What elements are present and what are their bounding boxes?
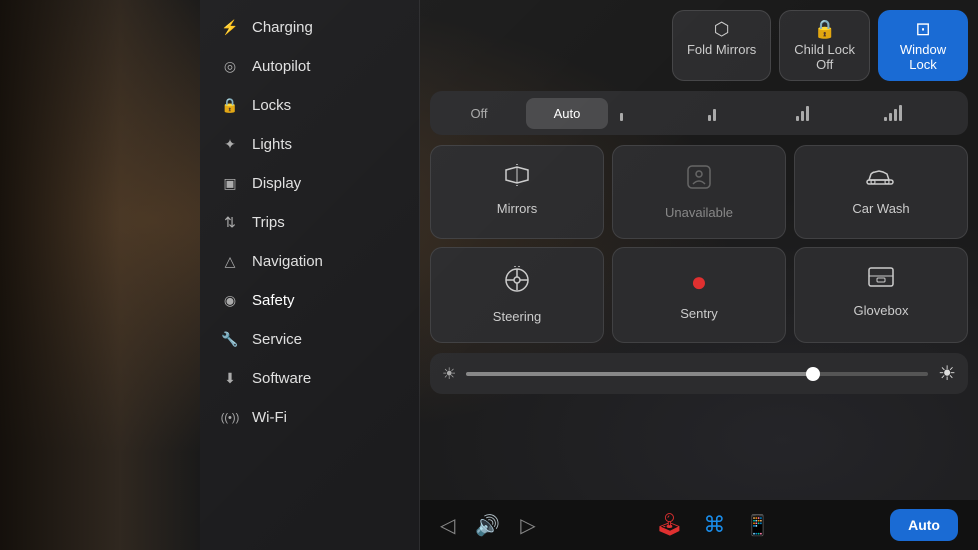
child-lock-label: Child LockOff (794, 42, 855, 72)
car-wash-label: Car Wash (852, 201, 909, 216)
unavailable-button[interactable]: Unavailable (612, 145, 786, 239)
sidebar-label-navigation: Navigation (252, 253, 323, 270)
navigation-icon: △ (220, 253, 240, 270)
fan-speed2-option[interactable] (702, 97, 784, 129)
fan-speed-row: Off Auto (430, 91, 968, 135)
fan-bars-2 (708, 105, 778, 121)
sidebar-label-service: Service (252, 331, 302, 348)
service-icon: 🔧 (220, 331, 240, 348)
sidebar-label-lights: Lights (252, 136, 292, 153)
window-lock-icon: ⊡ (893, 19, 953, 40)
bottom-left-icons: ◁ 🔊 ▷ (440, 513, 536, 538)
unavailable-icon (625, 164, 773, 197)
sidebar-item-display[interactable]: ▣ Display (200, 164, 419, 203)
fan-bars-3 (796, 105, 866, 121)
lights-icon: ✦ (220, 136, 240, 153)
trips-icon: ⇅ (220, 214, 240, 231)
fan-off-option[interactable]: Off (438, 98, 520, 129)
fan-bars-4 (884, 105, 954, 121)
mirrors-icon (443, 164, 591, 193)
glovebox-button[interactable]: Glovebox (794, 247, 968, 343)
steering-icon (443, 266, 591, 301)
charging-icon: ⚡ (220, 19, 240, 36)
volume-icon[interactable]: 🔊 (475, 513, 500, 538)
fan-auto-label: Auto (554, 106, 581, 121)
fold-mirrors-label: Fold Mirrors (687, 42, 756, 57)
sidebar-item-wifi[interactable]: ((•)) Wi-Fi (200, 398, 419, 437)
bottom-bar: ◁ 🔊 ▷ 🕹 ⌘ 📱 Auto (420, 500, 978, 550)
safety-icon: ◉ (220, 292, 240, 309)
main-content: ⬡ Fold Mirrors 🔒 Child LockOff ⊡ WindowL… (420, 0, 978, 500)
sidebar-item-trips[interactable]: ⇅ Trips (200, 203, 419, 242)
brightness-icon: ☀ (442, 364, 456, 384)
steering-label: Steering (493, 309, 541, 324)
mirrors-label: Mirrors (497, 201, 537, 216)
sidebar-item-service[interactable]: 🔧 Service (200, 320, 419, 359)
fold-mirrors-icon: ⬡ (687, 19, 756, 40)
sentry-label: Sentry (680, 306, 718, 321)
software-icon: ⬇ (220, 370, 240, 387)
brightness-control: ☀ ☀ (430, 353, 968, 394)
sidebar-item-navigation[interactable]: △ Navigation (200, 242, 419, 281)
mirrors-button[interactable]: Mirrors (430, 145, 604, 239)
sidebar-label-safety: Safety (252, 292, 295, 309)
steering-button[interactable]: Steering (430, 247, 604, 343)
fold-mirrors-button[interactable]: ⬡ Fold Mirrors (672, 10, 771, 81)
joystick-icon[interactable]: 🕹 (655, 512, 683, 538)
sidebar: ⚡ Charging ◎ Autopilot 🔒 Locks ✦ Lights … (200, 0, 420, 550)
forward-icon[interactable]: ▷ (520, 513, 535, 538)
car-wash-button[interactable]: Car Wash (794, 145, 968, 239)
sentry-button[interactable]: ● Sentry (612, 247, 786, 343)
fan-speed3-option[interactable] (790, 97, 872, 129)
fan-off-label: Off (470, 106, 487, 121)
brightness-slider[interactable] (466, 372, 928, 376)
auto-button[interactable]: Auto (890, 509, 958, 541)
autopilot-icon: ◎ (220, 58, 240, 75)
locks-icon: 🔒 (220, 97, 240, 114)
back-icon[interactable]: ◁ (440, 513, 455, 538)
sidebar-item-software[interactable]: ⬇ Software (200, 359, 419, 398)
window-lock-label: WindowLock (900, 42, 946, 72)
sidebar-item-charging[interactable]: ⚡ Charging (200, 8, 419, 47)
sidebar-label-software: Software (252, 370, 311, 387)
sidebar-label-wifi: Wi-Fi (252, 409, 287, 426)
controls-grid: Mirrors Unavailable Car Was (430, 145, 968, 343)
device-edge (0, 0, 200, 550)
sidebar-item-safety[interactable]: ◉ Safety (200, 281, 419, 320)
fan-auto-option[interactable]: Auto (526, 98, 608, 129)
unavailable-label: Unavailable (665, 205, 733, 220)
window-lock-button[interactable]: ⊡ WindowLock (878, 10, 968, 81)
sidebar-label-autopilot: Autopilot (252, 58, 310, 75)
child-lock-button[interactable]: 🔒 Child LockOff (779, 10, 870, 81)
car-wash-icon (807, 164, 955, 193)
bluetooth-icon[interactable]: ⌘ (703, 512, 725, 538)
glovebox-label: Glovebox (854, 303, 909, 318)
top-button-row: ⬡ Fold Mirrors 🔒 Child LockOff ⊡ WindowL… (430, 10, 968, 81)
wifi-icon: ((•)) (220, 412, 240, 424)
sentry-icon: ● (625, 266, 773, 298)
sidebar-item-autopilot[interactable]: ◎ Autopilot (200, 47, 419, 86)
fan-speed4-option[interactable] (878, 97, 960, 129)
phone-icon[interactable]: 📱 (745, 513, 770, 538)
fan-speed1-option[interactable] (614, 97, 696, 129)
sidebar-item-locks[interactable]: 🔒 Locks (200, 86, 419, 125)
glovebox-icon (807, 266, 955, 295)
sidebar-label-trips: Trips (252, 214, 285, 231)
sidebar-label-display: Display (252, 175, 301, 192)
brightness-sun-icon: ☀ (938, 361, 956, 386)
sidebar-item-lights[interactable]: ✦ Lights (200, 125, 419, 164)
sidebar-label-locks: Locks (252, 97, 291, 114)
fan-bars-1 (620, 105, 690, 121)
child-lock-icon: 🔒 (794, 19, 855, 40)
bottom-center-icons: 🕹 ⌘ 📱 (655, 512, 770, 538)
display-icon: ▣ (220, 175, 240, 192)
sidebar-label-charging: Charging (252, 19, 313, 36)
